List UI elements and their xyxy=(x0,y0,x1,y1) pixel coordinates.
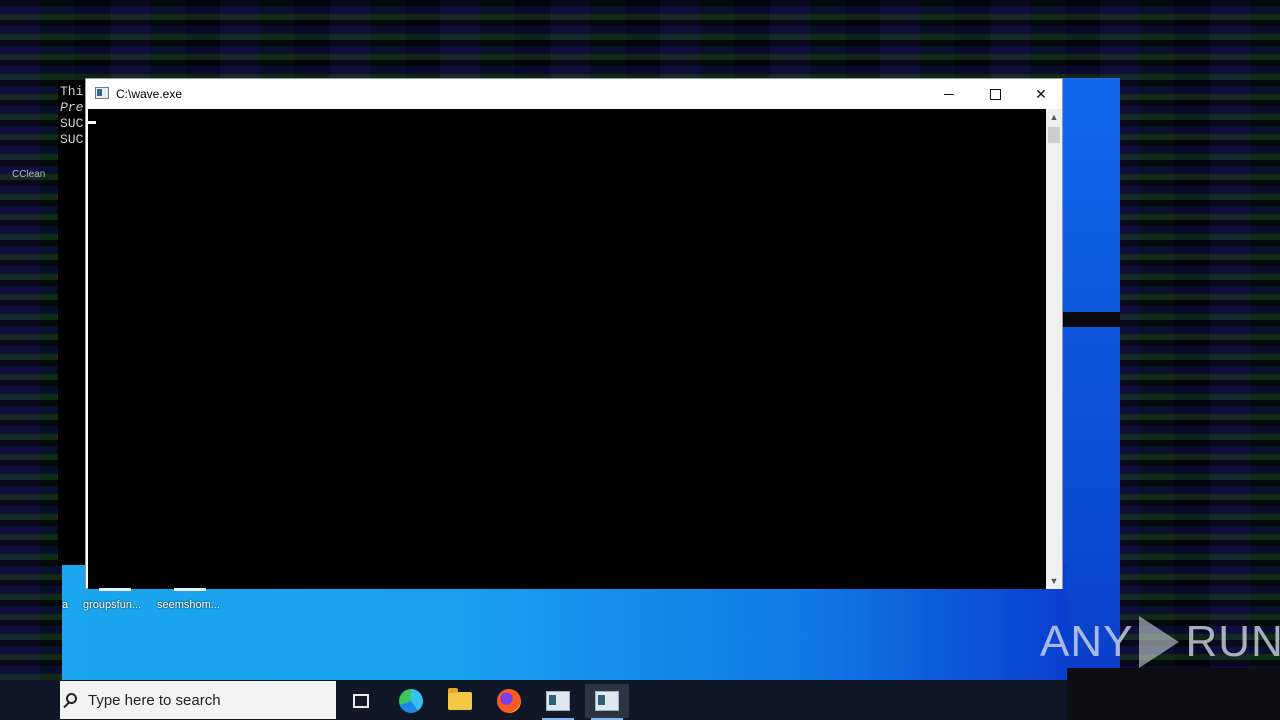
watermark-text-right: RUN xyxy=(1185,617,1280,666)
edge-icon xyxy=(399,689,423,713)
console-line: Thi xyxy=(60,84,84,99)
edge-button[interactable] xyxy=(389,684,433,718)
console-window[interactable]: C:\wave.exe ✕ ▲ ▼ xyxy=(85,78,1063,589)
console-line: SUC xyxy=(60,116,84,131)
maximize-button[interactable] xyxy=(972,79,1018,109)
console-line: SUC xyxy=(60,132,84,147)
scroll-up-icon[interactable]: ▲ xyxy=(1046,109,1062,125)
close-button[interactable]: ✕ xyxy=(1018,79,1064,109)
task-view-button[interactable] xyxy=(339,684,383,718)
window-title: C:\wave.exe xyxy=(116,87,183,101)
glitch-bar xyxy=(58,175,88,565)
search-placeholder: Type here to search xyxy=(88,692,221,709)
desktop-icon-label[interactable]: groupsfun... xyxy=(83,599,141,611)
scrollbar-thumb[interactable] xyxy=(1048,127,1060,143)
text-cursor xyxy=(88,121,96,124)
file-explorer-button[interactable] xyxy=(438,684,482,718)
console-app-active-button[interactable] xyxy=(585,684,629,720)
task-view-icon xyxy=(353,694,369,708)
anyrun-watermark: ANY RUN xyxy=(1040,612,1280,672)
watermark-text-left: ANY xyxy=(1040,617,1134,666)
minimize-button[interactable] xyxy=(926,79,972,109)
desktop-icon-highlight xyxy=(99,588,131,591)
desktop-icon-label[interactable]: seemshom... xyxy=(157,599,220,611)
console-line: Pre xyxy=(60,100,84,115)
console-output-area[interactable] xyxy=(88,109,1046,589)
console-app-icon xyxy=(95,87,109,99)
console-app-icon xyxy=(546,691,570,711)
title-bar[interactable]: C:\wave.exe ✕ xyxy=(86,79,1062,109)
desktop-wallpaper-strip xyxy=(1062,78,1120,680)
minimize-icon xyxy=(944,93,954,95)
maximize-icon xyxy=(989,88,1001,100)
desktop-icon-label-ccleaner[interactable]: CClean xyxy=(12,169,45,180)
console-app-icon xyxy=(595,691,619,711)
search-icon xyxy=(66,693,77,704)
vertical-scrollbar[interactable]: ▲ ▼ xyxy=(1046,109,1062,589)
scroll-down-icon[interactable]: ▼ xyxy=(1046,573,1062,589)
file-explorer-icon xyxy=(448,688,472,710)
desktop-icon-label[interactable]: a xyxy=(62,599,68,611)
console-app-button[interactable] xyxy=(536,684,580,720)
desktop-icon-highlight xyxy=(174,588,206,591)
glitch-bar xyxy=(1067,668,1280,720)
play-icon xyxy=(1139,616,1180,668)
firefox-icon xyxy=(497,689,521,713)
taskbar-search-box[interactable]: Type here to search xyxy=(60,681,336,719)
firefox-button[interactable] xyxy=(487,684,531,718)
